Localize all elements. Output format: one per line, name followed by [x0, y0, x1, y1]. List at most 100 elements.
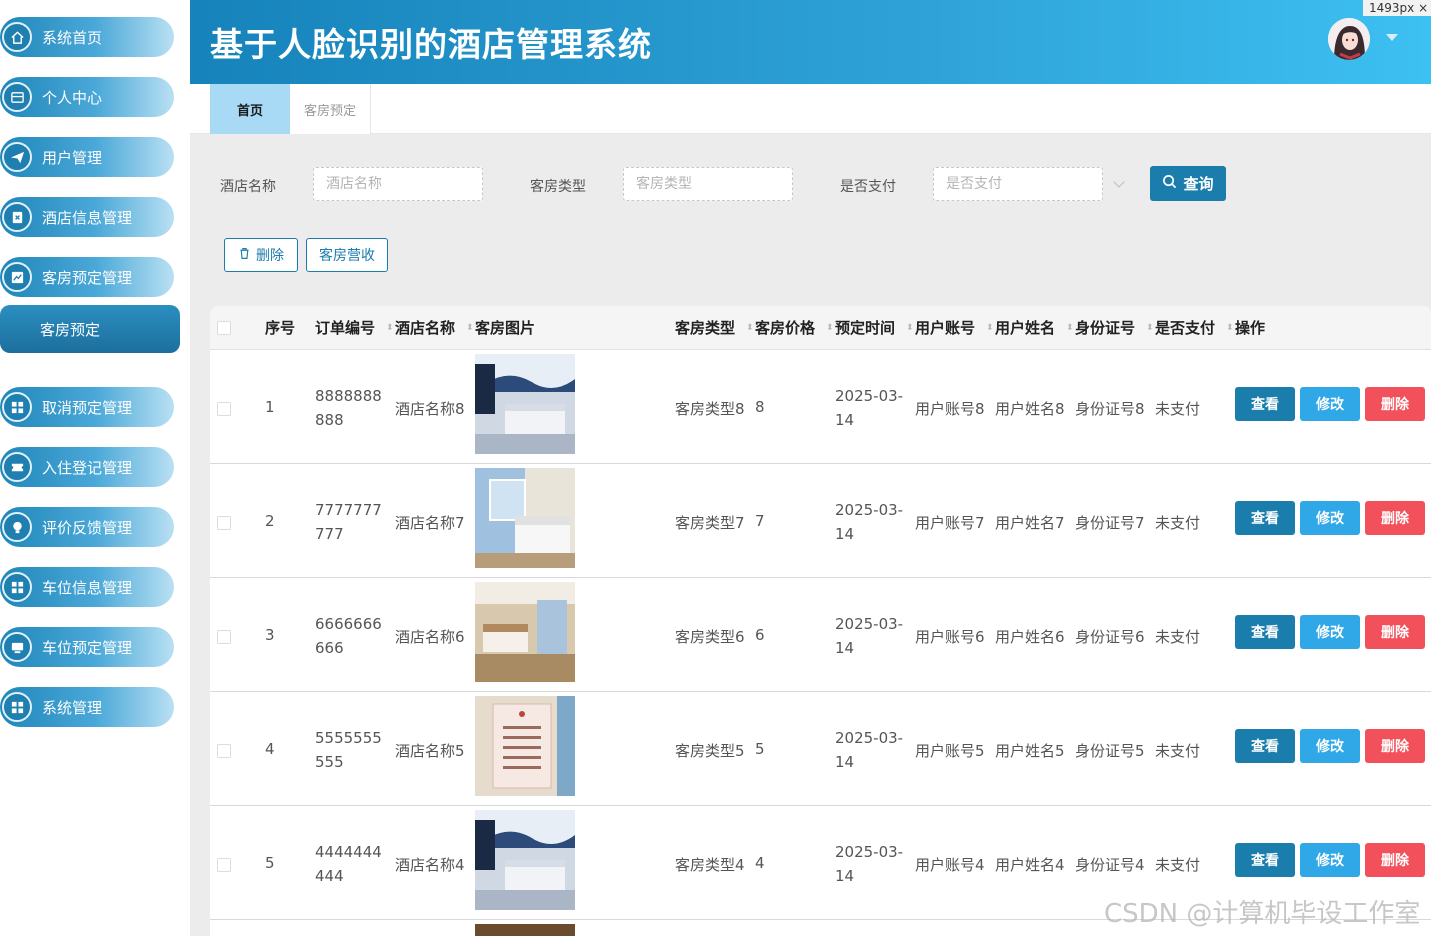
- cell-booking-time: 2025-03-14: [835, 843, 904, 885]
- edit-button[interactable]: 修改: [1300, 729, 1360, 763]
- sort-icon[interactable]: ⬍: [746, 306, 754, 350]
- menu-item-users[interactable]: 用户管理: [0, 137, 174, 177]
- col-order-no[interactable]: 订单编号: [315, 306, 375, 350]
- room-photo[interactable]: [475, 582, 575, 682]
- menu-item-room-booking[interactable]: 客房预定管理: [0, 257, 174, 297]
- col-user-account[interactable]: 用户账号: [915, 306, 975, 350]
- edit-button[interactable]: 修改: [1300, 501, 1360, 535]
- view-button[interactable]: 查看: [1235, 615, 1295, 649]
- delete-button[interactable]: 删除: [1365, 387, 1425, 421]
- batch-delete-label: 删除: [256, 248, 284, 264]
- query-button[interactable]: 查询: [1150, 166, 1226, 201]
- edit-button[interactable]: 修改: [1300, 615, 1360, 649]
- col-user-name[interactable]: 用户姓名: [995, 306, 1055, 350]
- select-all-checkbox[interactable]: [217, 321, 231, 335]
- view-button[interactable]: 查看: [1235, 843, 1295, 877]
- submenu-item-room-booking[interactable]: 客房预定: [0, 305, 180, 353]
- cell-hotel-name: 酒店名称8: [395, 400, 465, 418]
- table-row: 1 8888888888 酒店名称8 客房类型8 8 2025-03-14 用户…: [210, 350, 1431, 464]
- chart-icon: [2, 262, 32, 292]
- delete-button[interactable]: 删除: [1365, 729, 1425, 763]
- room-photo[interactable]: [475, 468, 575, 568]
- cell-user-account: 用户账号4: [915, 856, 985, 874]
- room-photo[interactable]: [475, 810, 575, 910]
- sort-icon[interactable]: ⬍: [466, 306, 474, 350]
- view-button[interactable]: 查看: [1235, 501, 1295, 535]
- chevron-down-icon[interactable]: [1386, 34, 1398, 41]
- row-checkbox[interactable]: [217, 516, 231, 530]
- cell-user-account: 用户账号6: [915, 628, 985, 646]
- row-checkbox[interactable]: [217, 744, 231, 758]
- col-paid[interactable]: 是否支付: [1155, 306, 1215, 350]
- delete-button[interactable]: 删除: [1365, 615, 1425, 649]
- menu-item-feedback[interactable]: 评价反馈管理: [0, 507, 174, 547]
- sort-icon[interactable]: ⬍: [1146, 306, 1154, 350]
- sort-icon[interactable]: ⬍: [1066, 306, 1074, 350]
- menu-item-checkin[interactable]: 入住登记管理: [0, 447, 174, 487]
- menu-item-home[interactable]: 系统首页: [0, 17, 174, 57]
- row-checkbox[interactable]: [217, 402, 231, 416]
- menu-item-label: 酒店信息管理: [42, 208, 133, 227]
- room-photo[interactable]: [475, 696, 575, 796]
- grid-icon: [2, 572, 32, 602]
- room-revenue-label: 客房营收: [319, 248, 375, 264]
- cell-booking-time: 2025-03-14: [835, 387, 904, 429]
- table-row: 2 7777777777 酒店名称7 客房类型7 7 2025-03-14 用户…: [210, 464, 1431, 578]
- menu-item-parking-info[interactable]: 车位信息管理: [0, 567, 174, 607]
- view-button[interactable]: 查看: [1235, 729, 1295, 763]
- row-checkbox[interactable]: [217, 858, 231, 872]
- avatar[interactable]: [1328, 18, 1370, 60]
- menu-item-system[interactable]: 系统管理: [0, 687, 174, 727]
- view-button[interactable]: 查看: [1235, 387, 1295, 421]
- col-room-type[interactable]: 客房类型: [675, 306, 735, 350]
- submenu-item-label: 客房预定: [40, 320, 101, 339]
- home-icon: [2, 22, 32, 52]
- delete-button[interactable]: 删除: [1365, 843, 1425, 877]
- query-button-label: 查询: [1183, 175, 1214, 193]
- edit-button[interactable]: 修改: [1300, 387, 1360, 421]
- col-id-number[interactable]: 身份证号: [1075, 306, 1135, 350]
- cell-booking-time: 2025-03-14: [835, 729, 904, 771]
- sort-icon[interactable]: ⬍: [386, 306, 394, 350]
- cell-room-price: 6: [755, 626, 765, 644]
- sort-icon[interactable]: ⬍: [826, 306, 834, 350]
- paid-select[interactable]: 是否支付: [933, 167, 1103, 201]
- menu-item-label: 车位预定管理: [42, 638, 133, 657]
- sort-icon[interactable]: ⬍: [1226, 306, 1234, 350]
- delete-button[interactable]: 删除: [1365, 501, 1425, 535]
- col-room-price[interactable]: 客房价格: [755, 306, 815, 350]
- menu-item-label: 系统管理: [42, 698, 103, 717]
- menu-item-hotel-info[interactable]: 酒店信息管理: [0, 197, 174, 237]
- sort-icon[interactable]: ⬍: [986, 306, 994, 350]
- menu-item-label: 入住登记管理: [42, 458, 133, 477]
- hotel-name-input[interactable]: 酒店名称: [313, 167, 483, 201]
- cell-paid: 未支付: [1155, 628, 1201, 646]
- room-revenue-button[interactable]: 客房营收: [306, 238, 388, 272]
- chevron-down-icon: [1113, 176, 1125, 188]
- edit-button[interactable]: 修改: [1300, 843, 1360, 877]
- batch-delete-button[interactable]: 删除: [224, 238, 298, 272]
- row-checkbox[interactable]: [217, 630, 231, 644]
- watermark: CSDN @计算机毕设工作室: [1104, 899, 1421, 929]
- tab-room-booking[interactable]: 客房预定: [290, 84, 371, 134]
- tab-home[interactable]: 首页: [210, 84, 290, 134]
- menu-item-parking-booking[interactable]: 车位预定管理: [0, 627, 174, 667]
- cell-index: 3: [265, 626, 275, 644]
- col-actions: 操作: [1235, 319, 1266, 337]
- room-photo[interactable]: [475, 924, 575, 936]
- col-hotel-name[interactable]: 酒店名称: [395, 306, 455, 350]
- cell-paid: 未支付: [1155, 856, 1201, 874]
- sort-icon[interactable]: ⬍: [906, 306, 914, 350]
- cell-user-name: 用户姓名7: [995, 514, 1065, 532]
- room-type-input[interactable]: 客房类型: [623, 167, 793, 201]
- menu-item-label: 个人中心: [42, 88, 103, 107]
- col-booking-time[interactable]: 预定时间: [835, 306, 895, 350]
- paid-label: 是否支付: [840, 179, 896, 195]
- cell-index: 4: [265, 740, 275, 758]
- menu-item-profile[interactable]: 个人中心: [0, 77, 174, 117]
- cell-paid: 未支付: [1155, 400, 1201, 418]
- menu-item-cancel-booking[interactable]: 取消预定管理: [0, 387, 174, 427]
- room-photo[interactable]: [475, 354, 575, 454]
- grid-icon: [2, 392, 32, 422]
- cell-user-account: 用户账号7: [915, 514, 985, 532]
